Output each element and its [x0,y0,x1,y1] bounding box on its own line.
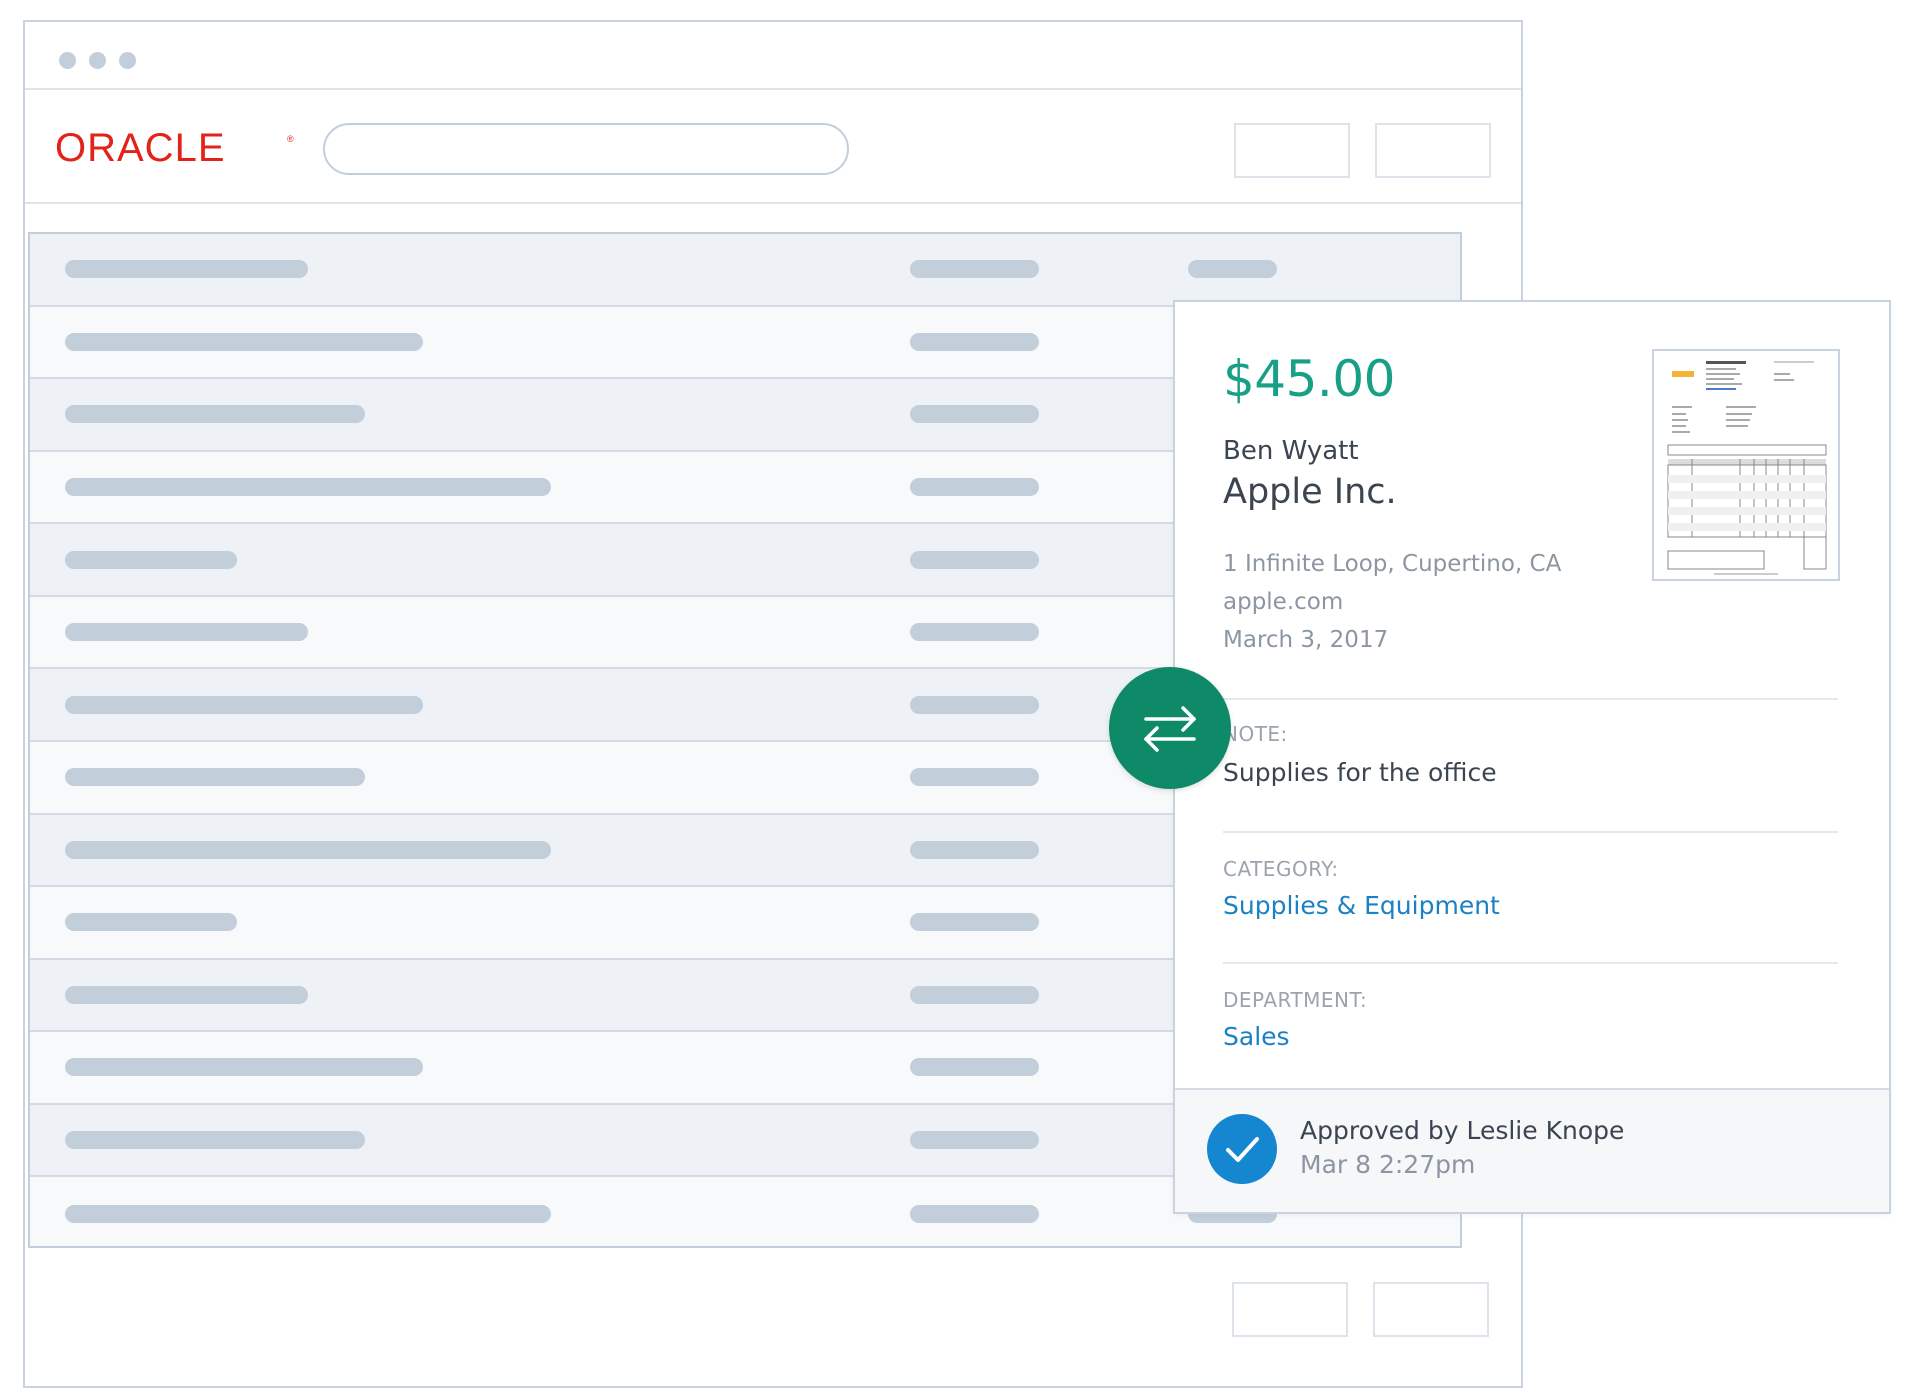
placeholder-bar [910,985,1039,1004]
placeholder-bar [65,477,551,496]
placeholder-bar [65,840,551,859]
swap-arrows-icon [1144,706,1196,752]
merchant-website: apple.com [1223,589,1344,615]
placeholder-bar [65,695,423,714]
placeholder-bar [65,985,308,1004]
placeholder-bar [910,332,1039,351]
placeholder-bar [65,550,237,569]
note-label: NOTE: [1223,722,1288,746]
note-value: Supplies for the office [1223,758,1497,787]
placeholder-bar [910,1058,1039,1077]
approval-section: Approved by Leslie Knope Mar 8 2:27pm [1175,1088,1889,1212]
merchant-name: Apple Inc. [1223,472,1397,512]
app-header: ORACLE ® [25,90,1521,204]
window-control-dot[interactable] [59,52,76,69]
placeholder-bar [910,550,1039,569]
placeholder-bar [910,260,1039,279]
placeholder-bar [910,405,1039,424]
placeholder-bar [65,913,237,932]
placeholder-bar [1188,260,1277,279]
sync-button[interactable] [1109,667,1231,789]
window-control-dot[interactable] [89,52,106,69]
window-controls [59,52,136,69]
placeholder-bar [65,623,308,642]
placeholder-bar [910,913,1039,932]
divider [1223,962,1838,964]
window-control-dot[interactable] [119,52,136,69]
placeholder-bar [910,768,1039,787]
category-value[interactable]: Supplies & Equipment [1223,891,1500,920]
placeholder-bar [65,1131,365,1150]
expense-date: March 3, 2017 [1223,627,1389,653]
check-icon [1207,1114,1277,1184]
department-value[interactable]: Sales [1223,1022,1290,1051]
placeholder-bar [910,695,1039,714]
table-row[interactable] [30,234,1460,307]
placeholder-bar [910,623,1039,642]
header-button-2[interactable] [1375,123,1491,178]
divider [1223,698,1838,700]
oracle-logo: ORACLE ® [55,130,294,166]
placeholder-bar [65,1058,423,1077]
approval-time: Mar 8 2:27pm [1300,1150,1476,1179]
footer-button-1[interactable] [1232,1282,1348,1337]
department-label: DEPARTMENT: [1223,988,1368,1012]
receipt-icon [1654,351,1838,579]
receipt-thumbnail[interactable] [1652,349,1840,581]
title-bar [25,22,1521,90]
search-input[interactable] [323,123,849,175]
placeholder-bar [910,1131,1039,1150]
svg-text:®: ® [287,134,294,144]
approval-text: Approved by Leslie Knope [1300,1116,1625,1145]
placeholder-bar [65,332,423,351]
placeholder-bar [65,260,308,279]
category-label: CATEGORY: [1223,857,1339,881]
divider [1223,831,1838,833]
merchant-address: 1 Infinite Loop, Cupertino, CA [1223,551,1562,577]
placeholder-bar [910,840,1039,859]
expense-amount: $45.00 [1223,350,1395,408]
expense-detail-card: $45.00 Ben Wyatt Apple Inc. 1 Infinite L… [1173,300,1891,1214]
placeholder-bar [910,1204,1039,1223]
placeholder-bar [65,768,365,787]
svg-text:ORACLE: ORACLE [55,130,226,166]
placeholder-bar [65,1204,551,1223]
header-button-1[interactable] [1234,123,1350,178]
placeholder-bar [65,405,365,424]
footer-button-2[interactable] [1373,1282,1489,1337]
employee-name: Ben Wyatt [1223,436,1359,466]
placeholder-bar [910,477,1039,496]
